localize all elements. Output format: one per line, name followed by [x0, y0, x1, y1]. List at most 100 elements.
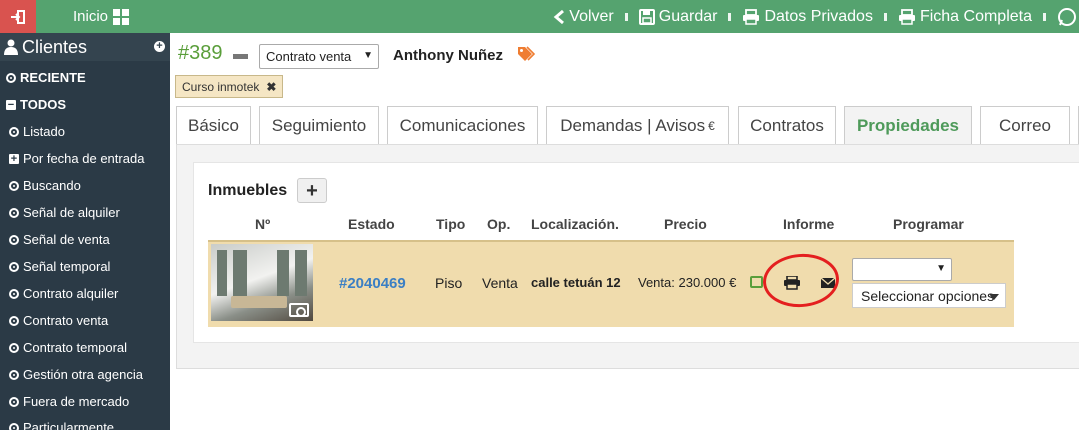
circle-icon [9, 207, 19, 218]
tab-basico[interactable]: Básico [176, 106, 251, 144]
sidebar-item-fuera-mercado[interactable]: Fuera de mercado [9, 394, 129, 409]
circle-icon [9, 180, 19, 191]
plus-square-icon: + [9, 152, 19, 165]
sidebar-item-contrato-temporal[interactable]: Contrato temporal [9, 340, 127, 355]
edit-icon[interactable] [750, 276, 763, 288]
minus-square-icon: − [6, 98, 16, 111]
tag-icon[interactable] [517, 46, 536, 67]
separator [883, 12, 887, 21]
col-header-schedule: Programar [893, 216, 964, 232]
tab-propiedades[interactable]: Propiedades [844, 106, 972, 145]
close-icon[interactable]: ✖ [266, 80, 276, 94]
sidebar-item-listado[interactable]: Listado [9, 124, 65, 139]
exit-button[interactable] [0, 0, 36, 33]
whatsapp-button[interactable] [1057, 7, 1079, 27]
top-bar: Inicio Volver Guardar Datos Privados Fic… [0, 0, 1079, 33]
full-sheet-button[interactable]: Ficha Completa [898, 8, 1032, 26]
tab-comunicaciones[interactable]: Comunicaciones [387, 106, 538, 144]
tab-label: Básico [187, 115, 240, 135]
save-button[interactable]: Guardar [638, 7, 718, 26]
contract-type-select[interactable]: Contrato venta ▼ [259, 44, 379, 69]
sidebar-item-reciente[interactable]: RECIENTE [6, 70, 86, 85]
tab-seguimiento[interactable]: Seguimiento [259, 106, 379, 144]
minus-icon [233, 54, 248, 59]
sidebar-item-label: Gestión otra agencia [23, 367, 143, 382]
sidebar-item-label: RECIENTE [20, 70, 86, 85]
property-op: Venta [482, 275, 518, 291]
private-data-button[interactable]: Datos Privados [742, 8, 873, 26]
col-header-price: Precio [664, 216, 707, 232]
sidebar-item-label: Señal de alquiler [23, 205, 120, 220]
home-link[interactable]: Inicio [73, 0, 130, 33]
add-client-icon[interactable]: + [154, 41, 165, 52]
record-ref: #389 [178, 42, 223, 64]
sidebar-item-label: Por fecha de entrada [23, 151, 145, 166]
print-icon [743, 8, 760, 25]
sidebar-item-label: Señal de venta [23, 232, 110, 247]
chevron-left-icon [553, 9, 565, 24]
sidebar-item-contrato-venta[interactable]: Contrato venta [9, 313, 108, 328]
property-price: Venta: 230.000 € [638, 275, 737, 290]
tab-contratos[interactable]: Contratos [738, 106, 836, 144]
schedule-select[interactable]: ▼ [852, 258, 952, 281]
camera-icon [289, 303, 309, 317]
tab-label: Correo [999, 115, 1051, 135]
sidebar-item-label: Contrato alquiler [23, 286, 119, 301]
property-photo[interactable] [211, 244, 313, 321]
sign-out-icon [11, 9, 25, 24]
back-label: Volver [569, 7, 614, 25]
sidebar-item-contrato-alquiler[interactable]: Contrato alquiler [9, 286, 118, 301]
circle-icon [9, 234, 19, 245]
sidebar-header: Clientes + [0, 33, 170, 61]
euro-icon: € [708, 118, 715, 133]
sidebar-item-label: Listado [23, 124, 65, 139]
print-icon [898, 8, 915, 25]
sidebar-title: Clientes [22, 36, 88, 57]
circle-icon [9, 422, 19, 430]
circle-icon [9, 315, 19, 326]
circle-icon [9, 396, 19, 407]
client-name: Anthony Nuñez [393, 47, 503, 64]
sidebar-item-label: Buscando [23, 178, 81, 193]
back-button[interactable]: Volver [553, 7, 614, 26]
sidebar-item-todos[interactable]: − TODOS [6, 97, 66, 112]
tab-label: Demandas | Avisos [560, 115, 706, 135]
property-type: Piso [435, 275, 463, 291]
schedule-options-label: Seleccionar opciones [861, 288, 995, 304]
sidebar-item-label: Particularmente [23, 420, 115, 430]
sidebar-item-fecha-entrada[interactable]: + Por fecha de entrada [9, 151, 144, 166]
tab-label: Propiedades [856, 116, 960, 135]
property-id-link[interactable]: #2040469 [339, 275, 406, 292]
sidebar-item-gestion-otra-agencia[interactable]: Gestión otra agencia [9, 367, 143, 382]
sidebar-item-label: TODOS [20, 97, 66, 112]
col-header-op: Op. [487, 216, 511, 232]
save-label: Guardar [658, 7, 718, 25]
col-header-location: Localización. [531, 216, 619, 232]
sidebar-item-buscando[interactable]: Buscando [9, 178, 81, 193]
circle-icon [6, 72, 16, 83]
private-data-label: Datos Privados [764, 7, 873, 25]
col-header-report: Informe [783, 216, 835, 232]
tag-chip-label: Curso inmotek [182, 79, 260, 94]
schedule-options-dropdown[interactable]: Seleccionar opciones [852, 283, 1006, 308]
whatsapp-icon [1058, 7, 1076, 26]
tab-correo[interactable]: Correo [980, 106, 1070, 144]
circle-icon [9, 369, 19, 380]
chevron-down-icon: ▼ [936, 263, 946, 274]
tab-label: Contratos [750, 115, 824, 135]
tab-label: Comunicaciones [399, 115, 526, 135]
circle-icon [9, 288, 19, 299]
property-location: calle tetuán 12 [531, 275, 621, 290]
col-header-num: Nº [255, 216, 271, 232]
sidebar-item-particularmente[interactable]: Particularmente [9, 420, 114, 430]
tab-label: Seguimiento [271, 115, 367, 135]
sidebar-item-senal-venta[interactable]: Señal de venta [9, 232, 110, 247]
floppy-icon [638, 8, 655, 25]
tab-demandas-avisos[interactable]: Demandas | Avisos € [546, 106, 729, 144]
circle-icon [9, 126, 19, 137]
add-property-button[interactable]: + [297, 178, 327, 203]
sidebar-item-senal-alquiler[interactable]: Señal de alquiler [9, 205, 120, 220]
sidebar-item-senal-temporal[interactable]: Señal temporal [9, 259, 110, 274]
circle-icon [9, 261, 19, 272]
contract-type-value: Contrato venta [266, 49, 352, 64]
